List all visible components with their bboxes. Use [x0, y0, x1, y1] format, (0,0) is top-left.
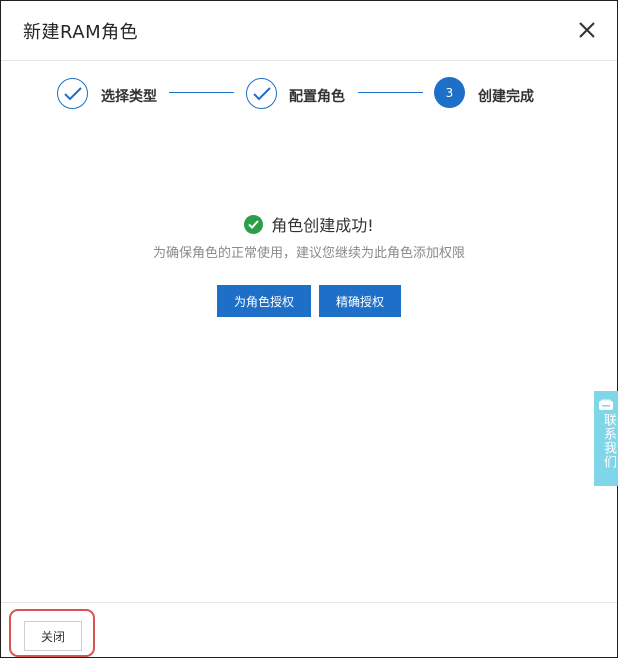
close-icon[interactable] — [576, 19, 598, 41]
step-2-label: 配置角色 — [289, 89, 345, 105]
contact-us-tab[interactable]: 联系我们 — [594, 391, 618, 486]
dialog-footer: 关闭 — [1, 602, 617, 657]
close-button[interactable]: 关闭 — [24, 621, 82, 651]
step-3-number: 3 — [434, 77, 465, 108]
page-underlay — [214, 654, 514, 657]
step-2-check-icon — [246, 78, 277, 109]
contact-us-label: 联系我们 — [601, 413, 616, 469]
success-message: 角色创建成功! — [1, 212, 617, 236]
dialog-title: 新建RAM角色 — [23, 22, 139, 43]
success-subtitle: 为确保角色的正常使用，建议您继续为此角色添加权限 — [152, 246, 465, 261]
fine-grant-button[interactable]: 精确授权 — [319, 285, 401, 317]
step-1-check-icon — [57, 78, 88, 109]
create-ram-role-dialog: 新建RAM角色 选择类型 配置角色 3 创建完成 角色创建成功! 为确保角色的正… — [0, 0, 618, 658]
step-connector — [358, 92, 423, 93]
dialog-header: 新建RAM角色 — [1, 1, 617, 61]
grant-role-button[interactable]: 为角色授权 — [217, 285, 311, 317]
check-circle-icon — [244, 215, 264, 234]
step-3-label: 创建完成 — [478, 89, 534, 105]
success-title-text: 角色创建成功! — [271, 216, 374, 235]
step-1-label: 选择类型 — [101, 89, 157, 105]
step-connector — [169, 92, 234, 93]
step-indicator: 选择类型 配置角色 3 创建完成 — [1, 61, 617, 131]
